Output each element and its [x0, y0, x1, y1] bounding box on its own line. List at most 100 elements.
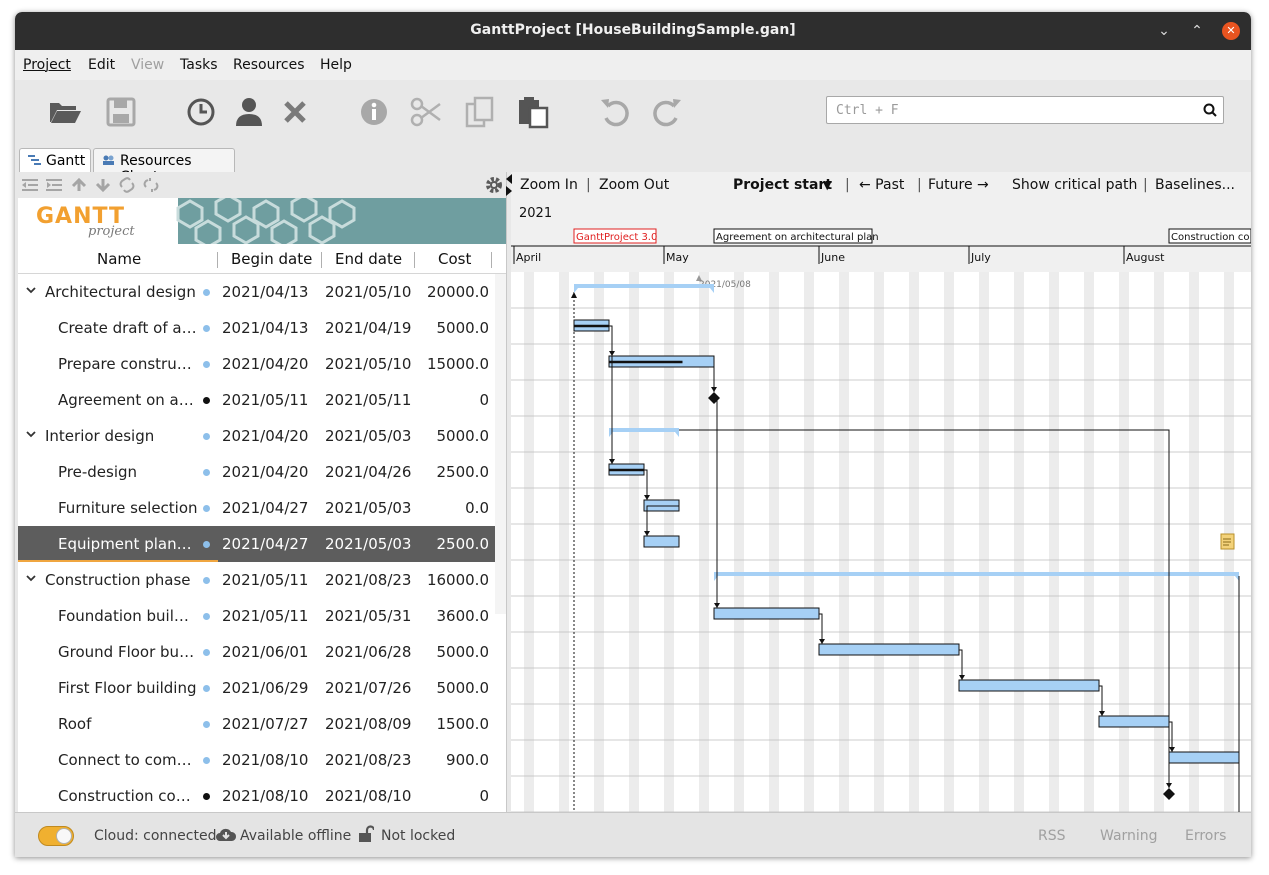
task-name[interactable]: Prepare construction documents	[58, 355, 198, 373]
task-bar[interactable]	[1098, 715, 1170, 728]
scrollbar[interactable]	[495, 274, 506, 614]
past-link[interactable]: ← Past	[859, 177, 904, 193]
task-name[interactable]: Architectural design	[45, 283, 220, 301]
task-cost[interactable]: 5000.0	[437, 427, 490, 445]
task-cost[interactable]: 2500.0	[437, 535, 490, 553]
task-cost[interactable]: 900.0	[446, 751, 489, 769]
task-cost[interactable]: 16000.0	[427, 571, 489, 589]
close-icon[interactable]: ✕	[1222, 22, 1240, 40]
task-name[interactable]: Connect to communications	[58, 751, 198, 769]
task-begin-date[interactable]: 2021/06/01	[222, 643, 308, 661]
task-name[interactable]: Equipment planning	[58, 535, 198, 553]
paste-icon[interactable]	[515, 94, 551, 130]
gantt-chart[interactable]: 2021 April May June July August GanttProject 3…	[511, 200, 1251, 812]
task-begin-date[interactable]: 2021/04/13	[222, 283, 308, 301]
copy-icon[interactable]	[462, 94, 498, 130]
table-row[interactable]: Furniture selection 2021/04/27 2021/05/03 0…	[18, 490, 506, 526]
open-folder-icon[interactable]	[47, 94, 83, 130]
task-begin-date[interactable]: 2021/04/27	[222, 535, 308, 553]
task-cost[interactable]: 5000.0	[437, 679, 490, 697]
task-end-date[interactable]: 2021/05/31	[325, 607, 411, 625]
menu-help[interactable]: Help	[320, 57, 352, 73]
menu-edit[interactable]: Edit	[88, 57, 115, 73]
task-end-date[interactable]: 2021/08/10	[325, 787, 411, 805]
rss-link[interactable]: RSS	[1038, 828, 1066, 844]
col-name[interactable]: Name	[97, 250, 141, 268]
table-row[interactable]: Connect to communications 2021/08/10 2021/…	[18, 742, 506, 778]
task-begin-date[interactable]: 2021/05/11	[222, 391, 308, 409]
task-cost[interactable]: 0.0	[465, 499, 489, 517]
task-end-date[interactable]: 2021/07/26	[325, 679, 411, 697]
task-begin-date[interactable]: 2021/05/11	[222, 571, 308, 589]
chevron-down-icon[interactable]	[26, 573, 36, 583]
table-row[interactable]: Equipment planning 2021/04/27 2021/05/03 25…	[18, 526, 506, 562]
table-row[interactable]: Ground Floor building 2021/06/01 2021/06/2…	[18, 634, 506, 670]
task-begin-date[interactable]: 2021/04/13	[222, 319, 308, 337]
menu-tasks[interactable]: Tasks	[180, 57, 218, 73]
task-begin-date[interactable]: 2021/05/11	[222, 607, 308, 625]
baselines-link[interactable]: Baselines...	[1155, 177, 1235, 193]
info-icon[interactable]	[356, 94, 392, 130]
task-begin-date[interactable]: 2021/07/27	[222, 715, 308, 733]
task-name[interactable]: First Floor building	[58, 679, 198, 697]
col-divider[interactable]	[491, 252, 492, 268]
task-end-date[interactable]: 2021/05/10	[325, 355, 411, 373]
errors-link[interactable]: Errors	[1185, 828, 1226, 844]
task-end-date[interactable]: 2021/08/23	[325, 571, 411, 589]
task-end-date[interactable]: 2021/05/03	[325, 427, 411, 445]
task-name[interactable]: Furniture selection	[58, 499, 198, 517]
table-row[interactable]: Pre-design 2021/04/20 2021/04/26 2500.0	[18, 454, 506, 490]
task-cost[interactable]: 5000.0	[437, 319, 490, 337]
table-row[interactable]: Prepare construction documents 2021/04/20…	[18, 346, 506, 382]
col-begin-date[interactable]: Begin date	[231, 250, 312, 268]
task-end-date[interactable]: 2021/04/19	[325, 319, 411, 337]
task-name[interactable]: Pre-design	[58, 463, 198, 481]
summary-bar[interactable]	[609, 428, 679, 432]
menu-resources[interactable]: Resources	[233, 57, 305, 73]
table-row[interactable]: Create draft of architecture 2021/04/13 20…	[18, 310, 506, 346]
table-row[interactable]: Construction completed 2021/08/10 2021/08/…	[18, 778, 506, 812]
summary-bar[interactable]	[714, 572, 1239, 576]
task-name[interactable]: Interior design	[45, 427, 220, 445]
table-row[interactable]: Agreement on architectural plan 2021/05/1…	[18, 382, 506, 418]
task-name[interactable]: Construction completed	[58, 787, 198, 805]
chevron-down-icon[interactable]	[26, 285, 36, 295]
table-row[interactable]: Construction phase 2021/05/11 2021/08/23 16…	[18, 562, 506, 598]
col-divider[interactable]	[321, 252, 322, 268]
zoom-out-link[interactable]: Zoom Out	[599, 177, 669, 193]
project-start-dropdown[interactable]: Project start	[733, 177, 832, 193]
table-row[interactable]: Roof 2021/07/27 2021/08/09 1500.0	[18, 706, 506, 742]
warning-link[interactable]: Warning	[1100, 828, 1158, 844]
col-end-date[interactable]: End date	[335, 250, 402, 268]
task-end-date[interactable]: 2021/08/09	[325, 715, 411, 733]
task-name[interactable]: Foundation building	[58, 607, 198, 625]
task-begin-date[interactable]: 2021/04/20	[222, 355, 308, 373]
milestone-diamond[interactable]	[1163, 788, 1175, 800]
maximize-icon[interactable]: ⌃	[1188, 22, 1206, 40]
history-clock-icon[interactable]	[183, 94, 219, 130]
chevron-down-icon[interactable]: ▼	[823, 179, 831, 192]
summary-bar[interactable]	[574, 284, 714, 288]
minimize-icon[interactable]: ⌄	[1155, 22, 1173, 40]
col-cost[interactable]: Cost	[438, 250, 471, 268]
table-row[interactable]: Architectural design 2021/04/13 2021/05/10…	[18, 274, 506, 310]
undo-icon[interactable]	[597, 94, 633, 130]
search-icon[interactable]	[1203, 103, 1217, 117]
col-divider[interactable]	[217, 252, 218, 268]
settings-gear-icon[interactable]	[485, 176, 503, 194]
redo-icon[interactable]	[649, 94, 685, 130]
task-bar[interactable]	[713, 607, 820, 620]
task-end-date[interactable]: 2021/05/11	[325, 391, 411, 409]
task-bar[interactable]	[818, 643, 960, 656]
task-end-date[interactable]: 2021/05/03	[325, 499, 411, 517]
tab-resources-chart[interactable]: Resources Chart	[93, 148, 235, 185]
menu-view[interactable]: View	[131, 57, 164, 73]
user-icon[interactable]	[231, 94, 267, 130]
task-begin-date[interactable]: 2021/08/10	[222, 787, 308, 805]
task-cost[interactable]: 2500.0	[437, 463, 490, 481]
task-begin-date[interactable]: 2021/08/10	[222, 751, 308, 769]
task-begin-date[interactable]: 2021/04/20	[222, 463, 308, 481]
task-end-date[interactable]: 2021/05/03	[325, 535, 411, 553]
task-begin-date[interactable]: 2021/06/29	[222, 679, 308, 697]
cloud-toggle[interactable]	[38, 826, 74, 846]
